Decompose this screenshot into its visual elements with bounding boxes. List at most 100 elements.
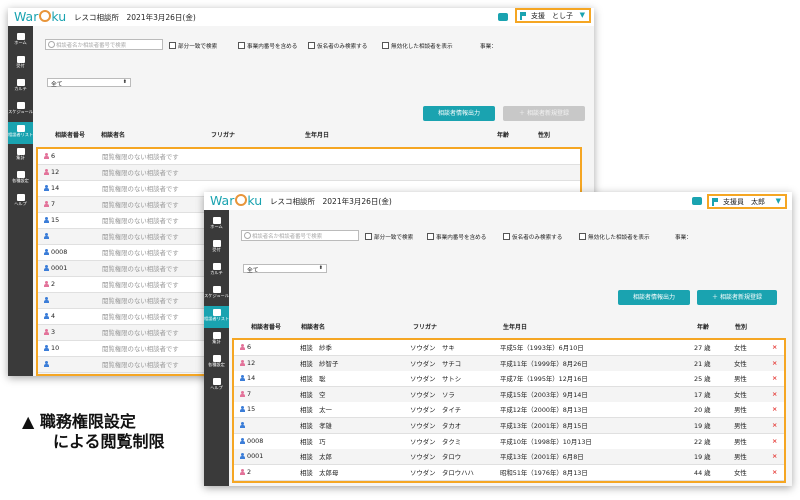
checkbox-pseudonym-only[interactable]: 仮名者のみ検索する [308,42,367,50]
delete-icon[interactable]: × [772,468,777,476]
row-id: 12 [51,168,60,176]
delete-icon[interactable]: × [772,452,777,460]
row-kana: ソウダン サチコ [410,359,462,368]
chat-icon[interactable] [692,197,702,205]
row-restricted-text: 閲覧権限のない相談者です [102,201,179,209]
sidebar-item-7[interactable]: ヘルプ [204,375,229,397]
delete-icon[interactable]: × [772,390,777,398]
delete-icon[interactable]: × [772,359,777,367]
table-row[interactable]: 7 相談 空 ソウダン ソラ 平成15年（2003年）9月14日 17 歳 女性 × [234,386,784,403]
table-row[interactable]: 6 相談 紗季 ソウダン サキ 平成5年（1993年）6月10日 27 歳 女性 × [234,340,784,356]
col-name[interactable]: 相談者名 [101,130,125,139]
chat-icon[interactable] [498,13,508,21]
sidebar-item-0[interactable]: ホーム [8,30,33,52]
col-birth[interactable]: 生年月日 [305,130,329,139]
delete-icon[interactable]: × [772,437,777,445]
sidebar-item-2[interactable]: カルテ [204,260,229,282]
business-select[interactable]: 全て ⬍ [47,78,131,88]
sidebar-item-7[interactable]: ヘルプ [8,191,33,213]
row-id: 4 [51,312,56,320]
row-age: 44 歳 [694,468,711,477]
sidebar-item-2[interactable]: カルテ [8,76,33,98]
flag-icon [520,12,526,20]
table-row[interactable]: 0001 相談 太郎 ソウダン タロウ 平成13年（2001年）6月8日 19 歳 男性 × [234,449,784,466]
delete-icon[interactable]: × [772,374,777,382]
stats-icon [212,332,221,339]
sidebar-item-5[interactable]: 集計 [204,329,229,351]
table-row[interactable]: 6 閲覧権限のない相談者です [38,149,580,165]
col-age[interactable]: 年齢 [697,322,709,331]
col-id[interactable]: 相談者番号 [55,130,85,139]
table-row[interactable]: 14 相談 聡 ソウダン サトシ 平成7年（1995年）12月16日 25 歳 男性 × [234,371,784,388]
checkbox-pseudonym-only[interactable]: 仮名者のみ検索する [503,233,562,241]
col-age[interactable]: 年齢 [497,130,509,139]
row-birth: 平成12年（2000年）8月13日 [500,406,588,415]
row-restricted-text: 閲覧権限のない相談者です [102,233,179,241]
waroku-logo[interactable]: War ku [14,9,66,24]
col-sex[interactable]: 性別 [538,130,550,139]
sidebar-item-4[interactable]: 相談者リスト [8,122,33,144]
checkbox-partial-match[interactable]: 部分一致で検索 [169,42,217,50]
col-id[interactable]: 相談者番号 [251,322,281,331]
checkbox-include-internal-number[interactable]: 事業内番号を含める [238,42,297,50]
delete-icon[interactable]: × [772,421,777,429]
sidebar-item-6[interactable]: 各種設定 [8,168,33,190]
row-birth: 平成15年（2003年）9月14日 [500,390,588,399]
search-input[interactable]: 相談者名か相談者番号で検索 [45,39,163,50]
sidebar-item-label: 集計 [212,339,221,344]
table-row[interactable]: 12 相談 紗智子 ソウダン サチコ 平成11年（1999年）8月26日 21 歳 女性 × [234,355,784,372]
person-icon [44,313,49,319]
users-icon [16,125,25,132]
sidebar-item-3[interactable]: スケジュール [8,99,33,121]
col-kana[interactable]: フリガナ [413,322,437,331]
checkbox-show-disabled[interactable]: 無効化した相談者を表示 [579,233,650,241]
export-button[interactable]: 相談者情報出力 [423,106,495,121]
person-icon [44,217,49,223]
row-id: 15 [51,216,60,224]
sidebar-item-5[interactable]: 集計 [8,145,33,167]
export-button[interactable]: 相談者情報出力 [618,290,690,305]
row-restricted-text: 閲覧権限のない相談者です [102,313,179,321]
chart-icon [212,263,221,270]
row-restricted-text: 閲覧権限のない相談者です [102,249,179,257]
search-input[interactable]: 相談者名か相談者番号で検索 [241,230,359,241]
delete-icon[interactable]: × [772,343,777,351]
table-row[interactable]: 相談 孝雄 ソウダン タカオ 平成13年（2001年）8月15日 19 歳 男性 × [234,418,784,434]
checkbox-partial-match[interactable]: 部分一致で検索 [365,233,413,241]
row-age: 22 歳 [694,437,711,446]
sidebar-item-0[interactable]: ホーム [204,214,229,236]
table-row[interactable]: 15 相談 太一 ソウダン タイチ 平成12年（2000年）8月13日 20 歳 男性 × [234,402,784,419]
business-select[interactable]: 全て ⬍ [243,264,327,274]
delete-icon[interactable]: × [772,405,777,413]
user-name: 支援 とし子 [531,12,573,20]
table-row[interactable]: 12 閲覧権限のない相談者です [38,165,580,181]
row-name: 相談 太一 [300,406,332,415]
checkbox-show-disabled[interactable]: 無効化した相談者を表示 [382,42,453,50]
sidebar-item-4[interactable]: 相談者リスト [204,306,229,328]
add-consultee-button[interactable]: ＋ 相談者新規登録 [697,290,777,305]
user-menu[interactable]: 支援員 太郎 ▼ [707,194,787,209]
sidebar-item-1[interactable]: 受付 [8,53,33,75]
sidebar-item-label: カルテ [14,86,27,91]
row-kana: ソウダン タクミ [410,437,462,446]
sidebar-item-6[interactable]: 各種設定 [204,352,229,374]
office-date-label: レスコ相談所 2021年3月26日(金) [270,197,392,206]
calendar-icon [212,286,221,293]
caption-line2: による閲覧制限 [53,432,165,451]
row-name: 相談 太郎母 [300,468,339,477]
calendar-icon [16,102,25,109]
table-row[interactable]: 2 相談 太郎母 ソウダン タロウハハ 昭和51年（1976年）8月13日 44 歳 女性… [234,464,784,481]
row-kana: ソウダン ソラ [410,390,455,399]
checkbox-include-internal-number[interactable]: 事業内番号を含める [427,233,486,241]
sidebar-item-1[interactable]: 受付 [204,237,229,259]
table-row[interactable]: 0008 相談 巧 ソウダン タクミ 平成10年（1998年）10月13日 22 歳 男性… [234,433,784,450]
add-consultee-button[interactable]: ＋ 相談者新規登録 [503,106,585,121]
col-birth[interactable]: 生年月日 [503,322,527,331]
col-name[interactable]: 相談者名 [301,322,325,331]
sidebar-item-3[interactable]: スケジュール [204,283,229,305]
col-sex[interactable]: 性別 [735,322,747,331]
user-menu[interactable]: 支援 とし子 ▼ [515,8,591,23]
row-kana: ソウダン サキ [410,344,455,352]
col-kana[interactable]: フリガナ [211,130,235,139]
waroku-logo[interactable]: War ku [210,193,262,208]
